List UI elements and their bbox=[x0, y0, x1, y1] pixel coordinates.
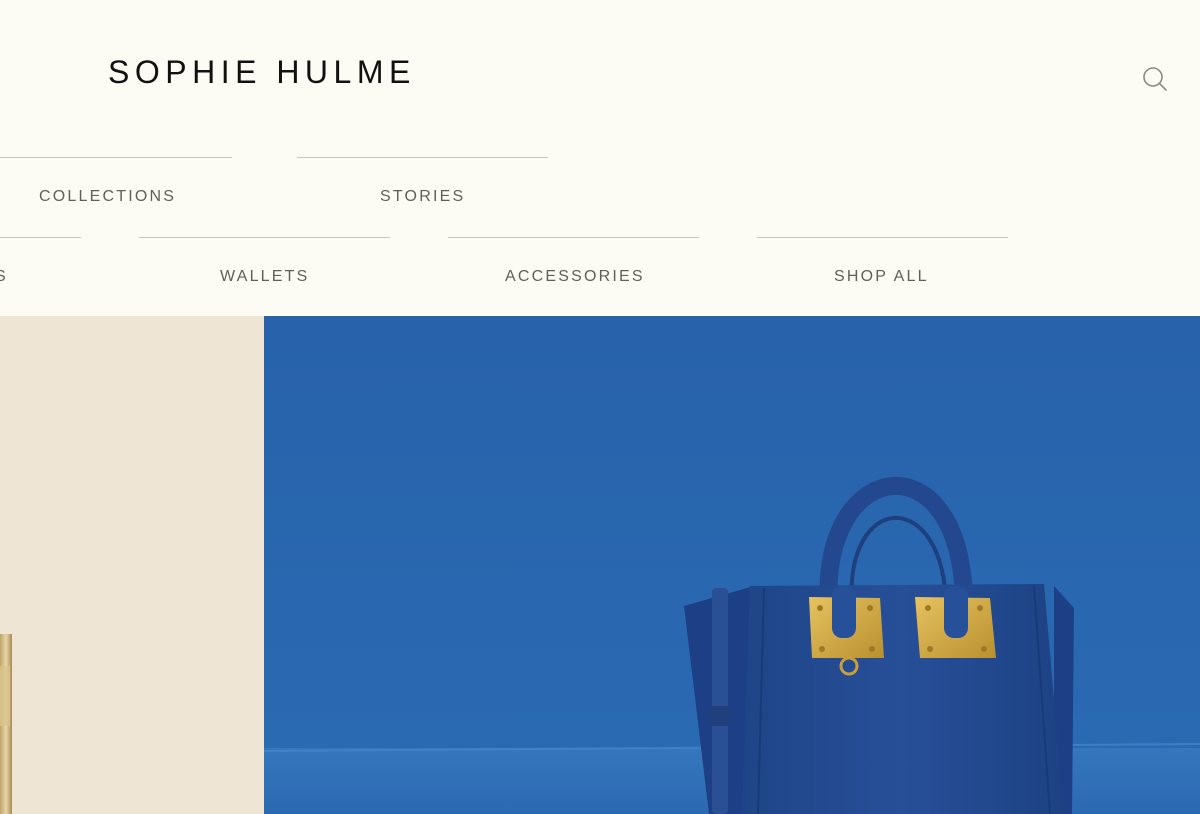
blue-handbag-image bbox=[264, 316, 1200, 814]
page: SOPHIE HULME COLLECTIONS STORIES S WALLE… bbox=[0, 0, 1200, 814]
nav-rule-stories bbox=[297, 157, 548, 158]
gold-bag-partial-image bbox=[0, 634, 12, 814]
nav-rule-partial bbox=[0, 237, 81, 238]
hero-panel-left[interactable] bbox=[0, 316, 264, 814]
nav-rule-collections bbox=[0, 157, 232, 158]
nav-link-accessories[interactable]: ACCESSORIES bbox=[505, 268, 645, 286]
brand-logo[interactable]: SOPHIE HULME bbox=[108, 54, 416, 91]
nav-rule-shop-all bbox=[757, 237, 1008, 238]
hero-panel-right[interactable] bbox=[264, 316, 1200, 814]
nav-rule-wallets bbox=[139, 237, 390, 238]
nav-link-partial[interactable]: S bbox=[0, 268, 8, 286]
nav-link-shop-all[interactable]: SHOP ALL bbox=[834, 268, 929, 286]
nav-link-wallets[interactable]: WALLETS bbox=[220, 268, 310, 286]
search-icon bbox=[1143, 67, 1167, 91]
nav-link-stories[interactable]: STORIES bbox=[380, 188, 465, 206]
nav-link-collections[interactable]: COLLECTIONS bbox=[39, 188, 176, 206]
search-button[interactable] bbox=[1140, 64, 1170, 94]
nav-rule-accessories bbox=[448, 237, 699, 238]
